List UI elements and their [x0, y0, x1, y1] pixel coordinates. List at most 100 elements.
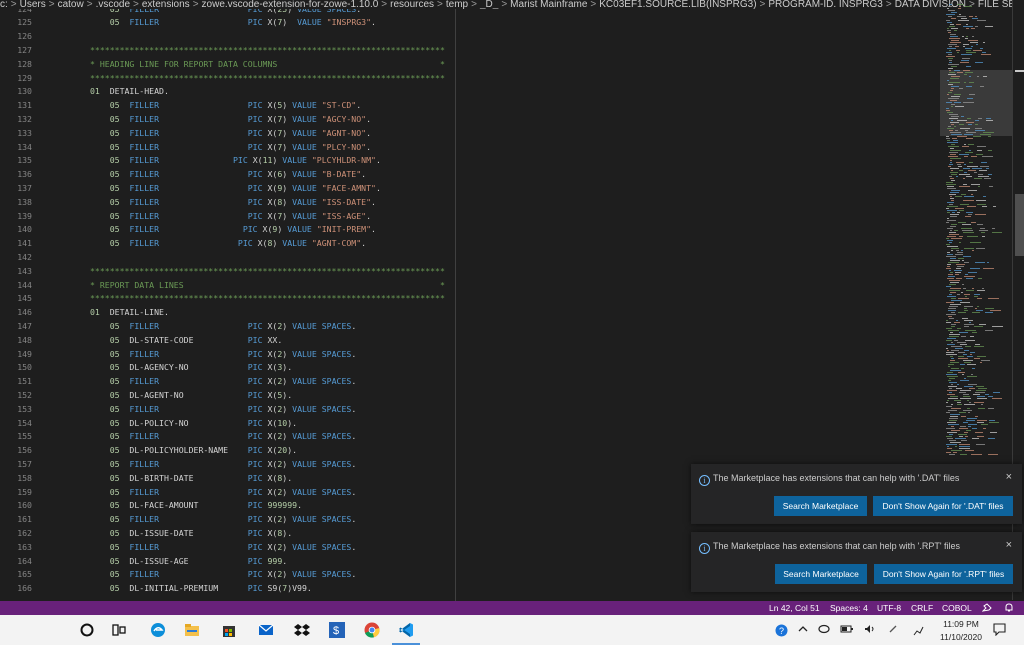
code-line[interactable]: 127 *************************************… [0, 44, 940, 58]
action-center-icon[interactable] [993, 623, 1006, 640]
code-line[interactable]: 138 05 FILLER PIC X(8) VALUE "ISS-DATE". [0, 196, 940, 210]
mail-icon[interactable] [258, 622, 274, 638]
code-line[interactable]: 156 05 DL-POLICYHOLDER-NAME PIC X(20). [0, 444, 940, 458]
onedrive-icon[interactable] [818, 624, 830, 638]
task-view-icon[interactable] [111, 622, 127, 638]
breadcrumb-item[interactable]: KC03EF1.SOURCE.LIB(INSPRG3) [599, 0, 756, 9]
code-line[interactable]: 150 05 DL-AGENCY-NO PIC X(3). [0, 361, 940, 375]
file-explorer-icon[interactable] [184, 622, 200, 638]
code-text: 05 DL-FACE-AMOUNT PIC 999999. [109, 500, 302, 511]
language-mode[interactable]: COBOL [942, 601, 972, 615]
breadcrumb-item[interactable]: .vscode [96, 0, 130, 9]
breadcrumb-item[interactable]: catow [58, 0, 84, 9]
line-number: 134 [17, 141, 32, 152]
dont-show-again-button[interactable]: Don't Show Again for '.DAT' files [873, 496, 1013, 516]
code-text: 01 DETAIL-LINE. [90, 307, 169, 318]
breadcrumb-item[interactable]: c: [0, 0, 8, 9]
network-icon[interactable] [912, 624, 924, 640]
dont-show-again-button[interactable]: Don't Show Again for '.RPT' files [874, 564, 1013, 584]
code-text: 05 DL-ISSUE-AGE PIC 999. [109, 555, 288, 566]
chrome-icon[interactable] [364, 622, 380, 638]
search-marketplace-button[interactable]: Search Marketplace [775, 564, 867, 584]
code-line[interactable]: 132 05 FILLER PIC X(7) VALUE "AGCY-NO". [0, 113, 940, 127]
breadcrumb-item[interactable]: PROGRAM-ID. INSPRG3 [768, 0, 882, 9]
edge-icon[interactable] [150, 622, 166, 638]
line-number: 138 [17, 196, 32, 207]
code-line[interactable]: 142 [0, 251, 940, 265]
cursor-position[interactable]: Ln 42, Col 51 [769, 601, 820, 615]
line-number: 130 [17, 86, 32, 97]
battery-icon[interactable] [840, 624, 854, 638]
dropbox-icon[interactable] [294, 622, 310, 638]
code-line[interactable]: 137 05 FILLER PIC X(9) VALUE "FACE-AMNT"… [0, 182, 940, 196]
vscode-icon[interactable] [398, 622, 414, 638]
encoding-setting[interactable]: UTF-8 [877, 601, 901, 615]
code-line[interactable]: 136 05 FILLER PIC X(6) VALUE "B-DATE". [0, 168, 940, 182]
breadcrumb-item[interactable]: Users [20, 0, 46, 9]
eol-setting[interactable]: CRLF [911, 601, 933, 615]
store-icon[interactable] [221, 622, 237, 638]
code-line[interactable]: 149 05 FILLER PIC X(2) VALUE SPACES. [0, 348, 940, 362]
breadcrumb-separator: > [381, 0, 388, 9]
line-number: 144 [17, 279, 32, 290]
minimap[interactable] [940, 0, 1012, 460]
code-line[interactable]: 126 [0, 30, 940, 44]
code-line[interactable]: 130 01 DETAIL-HEAD. [0, 85, 940, 99]
indentation-setting[interactable]: Spaces: 4 [830, 601, 868, 615]
code-line[interactable]: 147 05 FILLER PIC X(2) VALUE SPACES. [0, 320, 940, 334]
code-text: 05 DL-ISSUE-DATE PIC X(8). [109, 528, 293, 538]
breadcrumb-item[interactable]: extensions [142, 0, 190, 9]
line-number: 158 [17, 472, 32, 483]
code-text: 05 DL-STATE-CODE PIC XX. [109, 334, 283, 345]
scrollbar-thumb[interactable] [1015, 194, 1024, 256]
code-line[interactable]: 143 *************************************… [0, 265, 940, 279]
code-line[interactable]: 145 *************************************… [0, 292, 940, 306]
code-line[interactable]: 152 05 DL-AGENT-NO PIC X(5). [0, 389, 940, 403]
search-marketplace-button[interactable]: Search Marketplace [774, 496, 867, 516]
code-text: 05 FILLER PIC X(2) VALUE SPACES. [109, 486, 357, 497]
code-line[interactable]: 133 05 FILLER PIC X(7) VALUE "AGNT-NO". [0, 127, 940, 141]
code-line[interactable]: 128 * HEADING LINE FOR REPORT DATA COLUMN… [0, 58, 940, 72]
minimap-canvas [940, 4, 1012, 455]
pen-icon[interactable] [888, 624, 898, 638]
code-line[interactable]: 146 01 DETAIL-LINE. [0, 306, 940, 320]
breadcrumb-separator: > [759, 0, 766, 9]
code-line[interactable]: 153 05 FILLER PIC X(2) VALUE SPACES. [0, 403, 940, 417]
code-line[interactable]: 134 05 FILLER PIC X(7) VALUE "PLCY-NO". [0, 141, 940, 155]
chevron-up-icon[interactable] [798, 624, 808, 638]
code-line[interactable]: 144 * REPORT DATA LINES * [0, 279, 940, 293]
breadcrumb-item[interactable]: resources [390, 0, 434, 9]
code-text: 05 FILLER PIC X(2) VALUE SPACES. [109, 431, 357, 442]
code-line[interactable]: 154 05 DL-POLICY-NO PIC X(10). [0, 417, 940, 431]
close-icon[interactable]: × [1006, 539, 1012, 551]
code-line[interactable]: 141 05 FILLER PIC X(8) VALUE "AGNT-COM". [0, 237, 940, 251]
code-line[interactable]: 139 05 FILLER PIC X(7) VALUE "ISS-AGE". [0, 210, 940, 224]
code-line[interactable]: 131 05 FILLER PIC X(5) VALUE "ST-CD". [0, 99, 940, 113]
breadcrumb-item[interactable]: Marist Mainframe [510, 0, 587, 9]
help-icon[interactable]: ? [775, 624, 788, 641]
close-icon[interactable]: × [1006, 471, 1012, 483]
code-line[interactable]: 125 05 FILLER PIC X(7) VALUE "INSPRG3". [0, 16, 940, 30]
powershell-icon[interactable]: $ [329, 622, 345, 638]
breadcrumb-item[interactable]: temp [446, 0, 468, 9]
code-line[interactable]: 124 05 FILLER PIC X(25) VALUE SPACES. [0, 9, 940, 16]
breadcrumb-item[interactable]: zowe.vscode-extension-for-zowe-1.10.0 [202, 0, 379, 9]
code-line[interactable]: 148 05 DL-STATE-CODE PIC XX. [0, 334, 940, 348]
clock-date[interactable]: 11/10/2020 [936, 632, 986, 642]
code-line[interactable]: 155 05 FILLER PIC X(2) VALUE SPACES. [0, 430, 940, 444]
line-number: 145 [17, 293, 32, 304]
breadcrumb-item[interactable]: _D_ [480, 0, 498, 9]
code-line[interactable]: 135 05 FILLER PIC X(11) VALUE "PLCYHLDR-… [0, 154, 940, 168]
breadcrumb-separator: > [590, 0, 597, 9]
code-line[interactable]: 151 05 FILLER PIC X(2) VALUE SPACES. [0, 375, 940, 389]
scrollbar-cursor-marker [1015, 70, 1024, 72]
code-text: 01 DETAIL-HEAD. [90, 86, 169, 97]
cortana-icon[interactable] [79, 622, 95, 638]
volume-icon[interactable] [864, 624, 876, 638]
breadcrumb: c: > Users > catow > .vscode > extensions > zowe.v… [0, 0, 1024, 9]
code-text: ****************************************… [90, 293, 445, 304]
clock-time[interactable]: 11:09 PM [941, 619, 981, 629]
code-line[interactable]: 129 *************************************… [0, 72, 940, 86]
code-text: 05 FILLER PIC X(2) VALUE SPACES. [109, 569, 357, 580]
code-line[interactable]: 140 05 FILLER PIC X(9) VALUE "INIT-PREM"… [0, 223, 940, 237]
